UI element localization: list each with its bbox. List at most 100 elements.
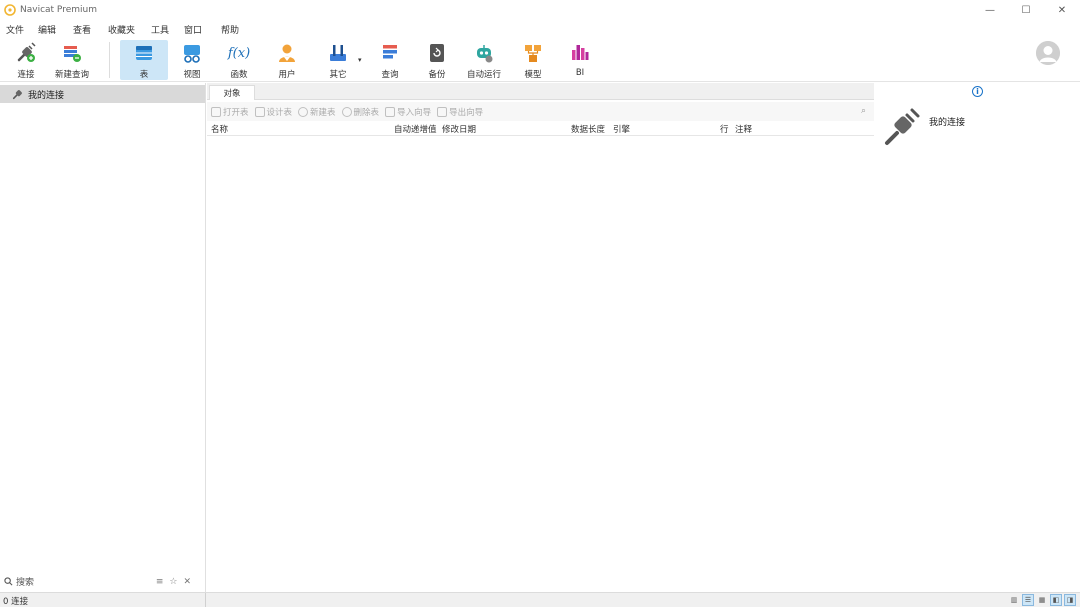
info-panel-title: 我的连接 [929, 118, 966, 128]
query-button[interactable]: 查询 [374, 40, 406, 80]
model-button[interactable]: 模型 [518, 40, 548, 80]
other-label: 其它 [329, 70, 347, 80]
menu-bar: 文件 编辑 查看 收藏夹 工具 窗口 帮助 [0, 20, 1080, 38]
connection-count: 0 连接 [3, 597, 29, 607]
bi-label: BI [575, 68, 585, 78]
user-avatar[interactable] [1036, 41, 1060, 65]
filter-icon[interactable]: ≡ [156, 577, 164, 587]
backup-button[interactable]: 备份 [422, 40, 452, 80]
toolbar-divider [109, 42, 110, 78]
connection-plug-icon [12, 90, 22, 100]
object-search-icon[interactable]: ⌕ [861, 106, 866, 116]
list-view-button[interactable]: ▥ [1008, 594, 1020, 606]
connection-tree-label: 我的连接 [28, 90, 65, 101]
er-view-button[interactable]: ▦ [1036, 594, 1048, 606]
plug-icon [17, 42, 36, 62]
avatar-icon [1036, 41, 1060, 65]
backup-icon [430, 44, 444, 62]
new-table-label: 新建表 [310, 107, 336, 118]
table-label: 表 [139, 70, 149, 80]
minimize-button[interactable]: — [972, 0, 1008, 20]
view-label: 视图 [183, 70, 201, 80]
tab-objects[interactable]: 对象 [209, 85, 255, 100]
info-pane-toggle-icon[interactable]: ◧ [1050, 594, 1062, 606]
robot-icon [477, 45, 493, 63]
main-toolbar: 连接 新建查询 表 视图 f(x) 函数 用户 其它 ▾ 查询 备份 自动运行 … [0, 38, 1080, 82]
navicat-logo-icon [4, 4, 16, 16]
open-table-label: 打开表 [223, 107, 249, 118]
connection-sidebar: 我的连接 搜索 ≡ ☆ ✕ [0, 83, 206, 592]
export-wizard-label: 导出向导 [449, 107, 484, 118]
detail-view-button[interactable]: ☰ [1022, 594, 1034, 606]
menu-tools[interactable]: 工具 [151, 23, 169, 36]
other-button[interactable]: 其它 [320, 40, 356, 80]
menu-help[interactable]: 帮助 [221, 23, 239, 36]
status-divider [205, 593, 206, 607]
query-label: 查询 [381, 70, 399, 80]
menu-favorites[interactable]: 收藏夹 [108, 23, 135, 36]
column-header-data-length[interactable]: 数据长度 [571, 123, 605, 135]
new-table-button[interactable]: 新建表 [298, 106, 336, 118]
object-list-header: 名称 自动递增值 修改日期 数据长度 引擎 行 注释 [207, 122, 874, 136]
new-query-label: 新建查询 [54, 70, 89, 80]
view-icon [184, 45, 200, 63]
automation-button[interactable]: 自动运行 [466, 40, 502, 80]
table-icon [136, 46, 152, 60]
close-button[interactable]: ✕ [1044, 0, 1080, 20]
search-icon [4, 576, 13, 585]
column-header-comment[interactable]: 注释 [735, 123, 752, 135]
other-dropdown-caret[interactable]: ▾ [358, 56, 362, 64]
import-wizard-button[interactable]: 导入向导 [385, 106, 431, 118]
layout-toggle-icon[interactable]: ◨ [1064, 594, 1076, 606]
window-controls: — ☐ ✕ [972, 0, 1080, 20]
maximize-button[interactable]: ☐ [1008, 0, 1044, 20]
column-header-rows[interactable]: 行 [720, 123, 729, 135]
view-mode-buttons: ▥ ☰ ▦ ◧ ◨ [1008, 594, 1076, 606]
tools-icon [330, 45, 346, 61]
column-header-modified-date[interactable]: 修改日期 [442, 123, 476, 135]
column-header-engine[interactable]: 引擎 [613, 123, 630, 135]
open-table-button[interactable]: 打开表 [211, 106, 249, 118]
new-query-icon [64, 46, 81, 62]
table-button[interactable]: 表 [120, 40, 168, 80]
connection-button[interactable]: 连接 [8, 40, 44, 80]
window-title: Navicat Premium [20, 5, 97, 15]
info-icon[interactable]: i [972, 86, 983, 97]
menu-file[interactable]: 文件 [6, 23, 24, 36]
column-header-name[interactable]: 名称 [211, 123, 228, 135]
connection-large-plug-icon [885, 108, 920, 145]
clear-icon[interactable]: ✕ [183, 577, 191, 587]
delete-table-button[interactable]: 删除表 [341, 106, 379, 118]
export-icon [437, 106, 448, 117]
export-wizard-button[interactable]: 导出向导 [437, 106, 483, 118]
object-toolbar: 打开表 设计表 新建表 删除表 导入向导 导出向导 ⌕ [207, 102, 874, 121]
design-table-label: 设计表 [266, 107, 293, 118]
function-button[interactable]: f(x) 函数 [222, 40, 256, 81]
backup-label: 备份 [428, 70, 446, 80]
connection-label: 连接 [17, 70, 35, 80]
menu-view[interactable]: 查看 [73, 23, 91, 36]
column-header-auto-increment[interactable]: 自动递增值 [394, 123, 437, 135]
search-label: 搜索 [16, 577, 35, 588]
view-button[interactable]: 视图 [176, 40, 208, 80]
user-button[interactable]: 用户 [272, 40, 302, 80]
new-table-icon [298, 106, 309, 117]
function-label: 函数 [230, 70, 248, 80]
menu-window[interactable]: 窗口 [184, 23, 202, 36]
title-bar: Navicat Premium — ☐ ✕ [0, 0, 1080, 20]
query-icon [383, 45, 397, 59]
bi-button[interactable]: BI [566, 40, 594, 80]
open-table-icon [211, 106, 221, 117]
info-panel: i 我的连接 [875, 83, 1080, 592]
model-label: 模型 [524, 70, 542, 80]
connection-tree-item[interactable]: 我的连接 [0, 85, 205, 103]
delete-table-icon [341, 106, 352, 117]
favorite-icon[interactable]: ☆ [169, 577, 177, 587]
new-query-button[interactable]: 新建查询 [52, 40, 92, 80]
sidebar-tools: ≡ ☆ ✕ [156, 577, 191, 587]
automation-label: 自动运行 [466, 70, 501, 80]
menu-edit[interactable]: 编辑 [38, 23, 56, 36]
model-icon [525, 45, 541, 62]
design-table-button[interactable]: 设计表 [254, 106, 293, 118]
design-table-icon [254, 106, 265, 117]
